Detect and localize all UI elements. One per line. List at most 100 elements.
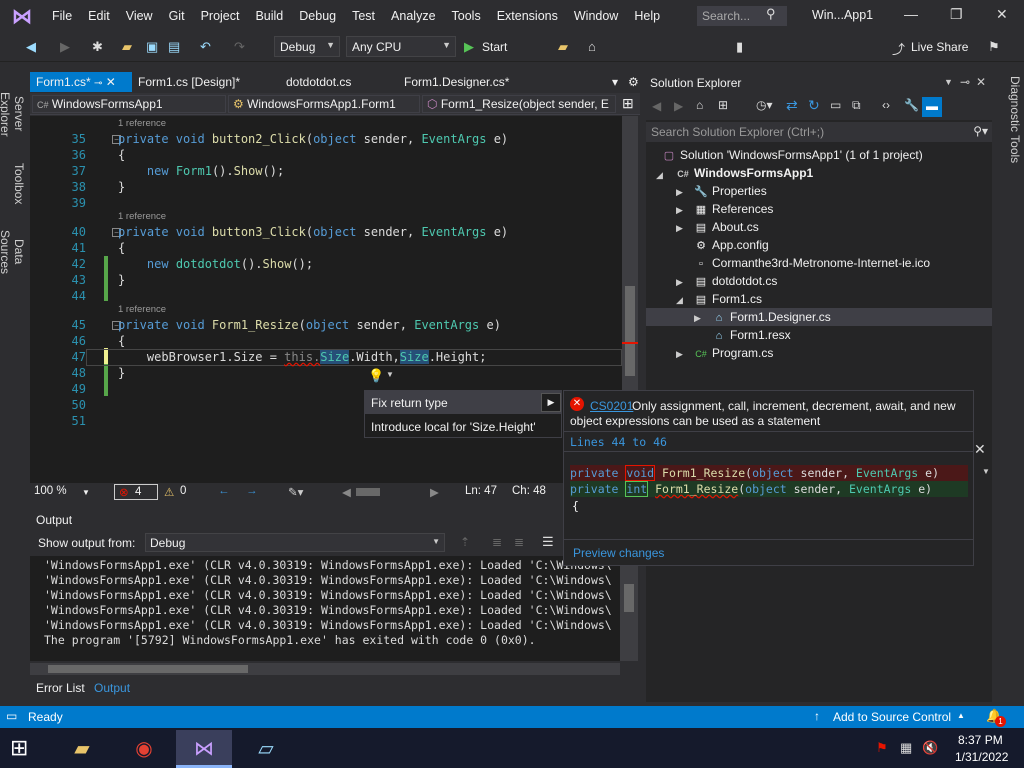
open-folder-icon[interactable]: ▰ <box>122 39 132 55</box>
chevron-up-icon[interactable]: ▲ <box>957 711 965 720</box>
settings-gear-icon[interactable]: ⚙ <box>622 72 645 92</box>
code-line[interactable]: { <box>118 148 125 162</box>
code-line[interactable]: { <box>118 241 125 255</box>
tree-item-program-cs[interactable]: C# Program.cs <box>694 346 773 360</box>
visual-studio-logo-icon[interactable]: ⋈ <box>0 0 44 32</box>
warning-icon[interactable]: ⚠ <box>164 485 174 499</box>
tree-item-form1-cs[interactable]: ▤ Form1.cs <box>694 292 762 306</box>
live-share-icon[interactable]: ⤴ <box>892 39 905 58</box>
tree-item-form1-designer[interactable]: ⌂ Form1.Designer.cs <box>712 310 831 324</box>
output-horizontal-scrollbar[interactable] <box>30 663 620 675</box>
menu-git[interactable]: Git <box>161 0 193 32</box>
output-source-dropdown[interactable]: Debug ▼ <box>145 533 445 552</box>
close-preview-icon[interactable]: ✕ <box>974 441 986 458</box>
menu-test[interactable]: Test <box>344 0 383 32</box>
search-icon[interactable]: ⚲ <box>766 6 776 22</box>
tree-item-app-config[interactable]: ⚙ App.config <box>694 238 769 252</box>
menu-file[interactable]: File <box>44 0 80 32</box>
back-icon[interactable]: ◀ <box>26 39 36 55</box>
pin-icon[interactable]: ⊸ <box>94 78 102 89</box>
search-icon[interactable]: ⚲▾ <box>973 124 988 138</box>
pending-changes-filter-icon[interactable]: ◷▾ <box>756 98 773 112</box>
data-sources-tab[interactable]: Data Sources <box>0 212 26 292</box>
tab-dotdotdot[interactable]: dotdotdot.cs <box>280 72 357 92</box>
member-dropdown[interactable]: ⬡ Form1_Resize(object sender, E <box>422 95 616 113</box>
clock-time[interactable]: 8:37 PM <box>958 733 1003 747</box>
collapse-all-icon[interactable]: ▭ <box>830 98 841 112</box>
errors-indicator[interactable]: ⊗ 4 <box>114 484 158 500</box>
code-line[interactable]: } <box>118 180 125 194</box>
code-line[interactable]: } <box>118 366 125 380</box>
save-icon[interactable]: ▣ <box>146 39 158 55</box>
platform-dropdown[interactable]: Any CPU ▼ <box>346 36 456 57</box>
tree-item-about-cs[interactable]: ▤ About.cs <box>694 220 759 234</box>
notepad-icon[interactable]: ▱ <box>238 730 294 766</box>
close-tab-icon[interactable]: ✕ <box>106 75 116 89</box>
scroll-left-icon[interactable]: ◀ <box>342 485 351 499</box>
maximize-icon[interactable]: ❐ <box>950 6 963 23</box>
clock-date[interactable]: 1/31/2022 <box>955 750 1008 764</box>
find-message-icon[interactable]: ⇡ <box>460 535 470 549</box>
home-icon[interactable]: ⌂ <box>696 98 703 112</box>
tab-form1-cs[interactable]: Form1.cs* ⊸ ✕ <box>30 72 132 92</box>
browser-icon[interactable]: ⌂ <box>588 39 596 54</box>
close-icon[interactable]: ✕ <box>976 75 986 89</box>
reference-codelens[interactable]: 1 reference <box>118 304 166 315</box>
code-line[interactable]: { <box>118 334 125 348</box>
back-icon[interactable]: ◀ <box>652 99 661 113</box>
show-all-files-icon[interactable]: ⧉ <box>852 98 861 113</box>
menu-edit[interactable]: Edit <box>80 0 118 32</box>
forward-icon[interactable]: ▶ <box>674 99 683 113</box>
previous-message-icon[interactable]: ≣ <box>492 535 502 549</box>
live-share-button[interactable]: Live Share <box>911 40 968 54</box>
menu-window[interactable]: Window <box>566 0 626 32</box>
code-line[interactable]: new dotdotdot().Show(); <box>118 257 313 271</box>
chrome-icon[interactable]: ◉ <box>116 730 172 766</box>
toolbox-tab[interactable]: Toolbox <box>0 158 26 210</box>
redo-icon[interactable]: ↷ <box>234 39 245 55</box>
network-icon[interactable]: ▦ <box>900 740 912 756</box>
sync-icon[interactable]: ⇄ <box>786 97 798 114</box>
menu-extensions[interactable]: Extensions <box>489 0 566 32</box>
start-play-icon[interactable]: ▶ <box>464 39 474 55</box>
menu-debug[interactable]: Debug <box>291 0 344 32</box>
submenu-arrow-icon[interactable]: ▶ <box>541 393 561 412</box>
collapsed-triangle-icon[interactable]: ▶ <box>676 277 683 288</box>
chevron-down-icon[interactable]: ▼ <box>982 467 990 476</box>
preview-changes-link[interactable]: Preview changes <box>573 546 664 560</box>
menu-tools[interactable]: Tools <box>444 0 489 32</box>
zoom-dropdown[interactable]: 100 % <box>34 485 67 497</box>
output-vertical-scrollbar[interactable] <box>620 556 638 661</box>
tree-item-project[interactable]: C# WindowsFormsApp1 <box>676 166 813 180</box>
lightbulb-icon[interactable]: 💡 <box>368 368 384 384</box>
tree-item-properties[interactable]: 🔧 Properties <box>694 184 767 198</box>
visual-studio-taskbar-icon[interactable]: ⋈ <box>176 730 232 766</box>
scrollbar-thumb[interactable] <box>48 665 248 673</box>
configuration-dropdown[interactable]: Debug ▼ <box>274 36 340 57</box>
expanded-triangle-icon[interactable]: ◢ <box>676 295 683 306</box>
file-explorer-icon[interactable]: ▰ <box>54 730 110 766</box>
diagnostic-tools-tab[interactable]: Diagnostic Tools <box>996 72 1022 168</box>
upload-arrow-icon[interactable]: ↑ <box>814 709 820 723</box>
reference-codelens[interactable]: 1 reference <box>118 211 166 222</box>
code-line[interactable]: private void button2_Click(object sender… <box>118 132 508 146</box>
menu-analyze[interactable]: Analyze <box>383 0 443 32</box>
tree-item-form1-resx[interactable]: ⌂ Form1.resx <box>712 328 791 342</box>
add-to-source-control-button[interactable]: Add to Source Control <box>833 710 951 724</box>
next-issue-icon[interactable]: → <box>246 485 258 497</box>
code-line[interactable]: private void Form1_Resize(object sender,… <box>118 318 501 332</box>
minimize-icon[interactable]: — <box>904 6 918 22</box>
tab-form1-designer[interactable]: Form1.Designer.cs* <box>398 72 515 92</box>
switch-views-icon[interactable]: ⊞ <box>718 98 728 112</box>
close-icon[interactable]: ✕ <box>996 6 1008 23</box>
code-line-error[interactable]: webBrowser1.Size = this.Size.Width,Size.… <box>118 350 486 364</box>
pin-icon[interactable]: ⊸ <box>960 75 970 89</box>
output-text-area[interactable]: 'WindowsFormsApp1.exe' (CLR v4.0.30319: … <box>30 556 620 661</box>
tab-error-list[interactable]: Error List <box>36 681 85 695</box>
volume-muted-icon[interactable]: 🔇 <box>922 740 938 756</box>
forward-icon[interactable]: ▶ <box>60 39 70 55</box>
previous-issue-icon[interactable]: ← <box>218 485 230 497</box>
scrollbar-thumb[interactable] <box>624 584 634 612</box>
menu-project[interactable]: Project <box>193 0 248 32</box>
tab-output[interactable]: Output <box>94 681 130 695</box>
